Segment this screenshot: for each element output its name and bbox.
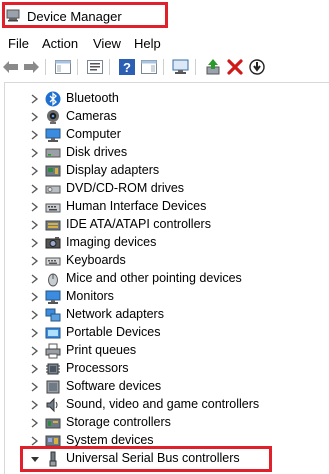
chevron-right-icon[interactable] — [28, 309, 40, 321]
chevron-right-icon[interactable] — [28, 363, 40, 375]
tree-item-label: DVD/CD-ROM drives — [66, 181, 185, 195]
tree-item-label: Network adapters — [66, 307, 164, 321]
chevron-right-icon[interactable] — [28, 183, 40, 195]
tree-item-label: Cameras — [66, 109, 117, 123]
tree-item[interactable]: Display adapters — [0, 162, 329, 180]
tree-item-label: Disk drives — [66, 145, 128, 159]
chevron-right-icon[interactable] — [28, 93, 40, 105]
tree-item[interactable]: Network adapters — [0, 306, 329, 324]
device-manager-icon — [6, 9, 20, 22]
title-bar: Device Manager — [0, 0, 329, 32]
menu-bar: File Action View Help — [0, 32, 329, 54]
tree-item[interactable]: Cameras — [0, 108, 329, 126]
tree-item[interactable]: Portable Devices — [0, 324, 329, 342]
tree-item[interactable]: Bluetooth — [0, 90, 329, 108]
tree-item[interactable]: Disk drives — [0, 144, 329, 162]
tree-item[interactable]: Print queues — [0, 342, 329, 360]
dvd-drive-icon — [45, 185, 61, 194]
storage-controller-icon — [45, 418, 61, 429]
tree-item-label: Mice and other pointing devices — [66, 271, 242, 285]
tree-item[interactable]: Monitors — [0, 288, 329, 306]
chevron-right-icon[interactable] — [28, 273, 40, 285]
uninstall-device-icon[interactable] — [226, 58, 244, 76]
chevron-right-icon[interactable] — [28, 111, 40, 123]
help-icon[interactable]: ? — [118, 58, 136, 76]
show-hide-console-tree-icon[interactable] — [54, 58, 72, 76]
tree-item[interactable]: Mice and other pointing devices — [0, 270, 329, 288]
tree-item[interactable]: Computer — [0, 126, 329, 144]
hid-icon — [45, 203, 61, 213]
usb-highlight-box — [20, 446, 272, 472]
computer-icon — [45, 128, 61, 142]
tree-item-label: Keyboards — [66, 253, 126, 267]
network-adapter-icon — [45, 308, 61, 322]
chevron-right-icon[interactable] — [28, 255, 40, 267]
tree-item-label: Monitors — [66, 289, 114, 303]
keyboard-icon — [45, 257, 61, 266]
tree-item-label: Processors — [66, 361, 129, 375]
disable-device-icon[interactable] — [248, 58, 266, 76]
chevron-right-icon[interactable] — [28, 417, 40, 429]
chevron-right-icon[interactable] — [28, 345, 40, 357]
disk-drive-icon — [45, 148, 61, 158]
chevron-right-icon[interactable] — [28, 147, 40, 159]
tree-item[interactable]: Human Interface Devices — [0, 198, 329, 216]
tree-item-label: Human Interface Devices — [66, 199, 207, 213]
tree-item-label: Computer — [66, 127, 121, 141]
chevron-right-icon[interactable] — [28, 237, 40, 249]
chevron-right-icon[interactable] — [28, 291, 40, 303]
tree-item-label: Portable Devices — [66, 325, 161, 339]
chevron-right-icon[interactable] — [28, 165, 40, 177]
menu-view[interactable]: View — [93, 36, 121, 51]
scan-for-hardware-icon[interactable] — [172, 58, 190, 76]
chevron-right-icon[interactable] — [28, 219, 40, 231]
action-pane-icon[interactable] — [140, 58, 158, 76]
tree-item-label: Print queues — [66, 343, 137, 357]
tree-item[interactable]: IDE ATA/ATAPI controllers — [0, 216, 329, 234]
menu-action[interactable]: Action — [42, 36, 78, 51]
tree-item-label: Storage controllers — [66, 415, 171, 429]
menu-file[interactable]: File — [8, 36, 29, 51]
processor-icon — [46, 363, 60, 375]
tree-item-label: Software devices — [66, 379, 162, 393]
tree-item[interactable]: Imaging devices — [0, 234, 329, 252]
tree-item-label: Sound, video and game controllers — [66, 397, 260, 411]
software-device-icon — [46, 380, 60, 394]
window-title: Device Manager — [27, 9, 122, 24]
chevron-right-icon[interactable] — [28, 381, 40, 393]
tree-item[interactable]: Software devices — [0, 378, 329, 396]
mouse-icon — [48, 273, 58, 287]
chevron-right-icon[interactable] — [28, 327, 40, 339]
menu-help[interactable]: Help — [134, 36, 161, 51]
monitor-icon — [45, 290, 61, 304]
imaging-device-icon — [45, 237, 61, 249]
tree-item[interactable]: Processors — [0, 360, 329, 378]
chevron-right-icon[interactable] — [28, 129, 40, 141]
chevron-right-icon[interactable] — [28, 201, 40, 213]
ide-controller-icon — [45, 220, 61, 231]
tree-item-label: System devices — [66, 433, 154, 447]
back-arrow-icon[interactable] — [2, 58, 20, 76]
svg-text:?: ? — [123, 60, 131, 75]
tree-item[interactable]: Keyboards — [0, 252, 329, 270]
properties-icon[interactable] — [86, 58, 104, 76]
tree-item[interactable]: Storage controllers — [0, 414, 329, 432]
chevron-right-icon[interactable] — [28, 399, 40, 411]
bluetooth-icon — [45, 91, 61, 107]
tree-item[interactable]: DVD/CD-ROM drives — [0, 180, 329, 198]
tree-item-label: Bluetooth — [66, 91, 119, 105]
tree-item[interactable]: Sound, video and game controllers — [0, 396, 329, 414]
speaker-icon — [46, 397, 58, 413]
camera-icon — [47, 110, 59, 124]
printer-icon — [45, 343, 61, 359]
tree-item-label: IDE ATA/ATAPI controllers — [66, 217, 211, 231]
forward-arrow-icon[interactable] — [22, 58, 40, 76]
tree-item-label: Display adapters — [66, 163, 160, 177]
display-adapter-icon — [45, 165, 61, 177]
portable-device-icon — [45, 327, 61, 339]
toolbar: ? — [0, 54, 329, 80]
tree-item-label: Imaging devices — [66, 235, 157, 249]
update-driver-icon[interactable] — [204, 58, 222, 76]
